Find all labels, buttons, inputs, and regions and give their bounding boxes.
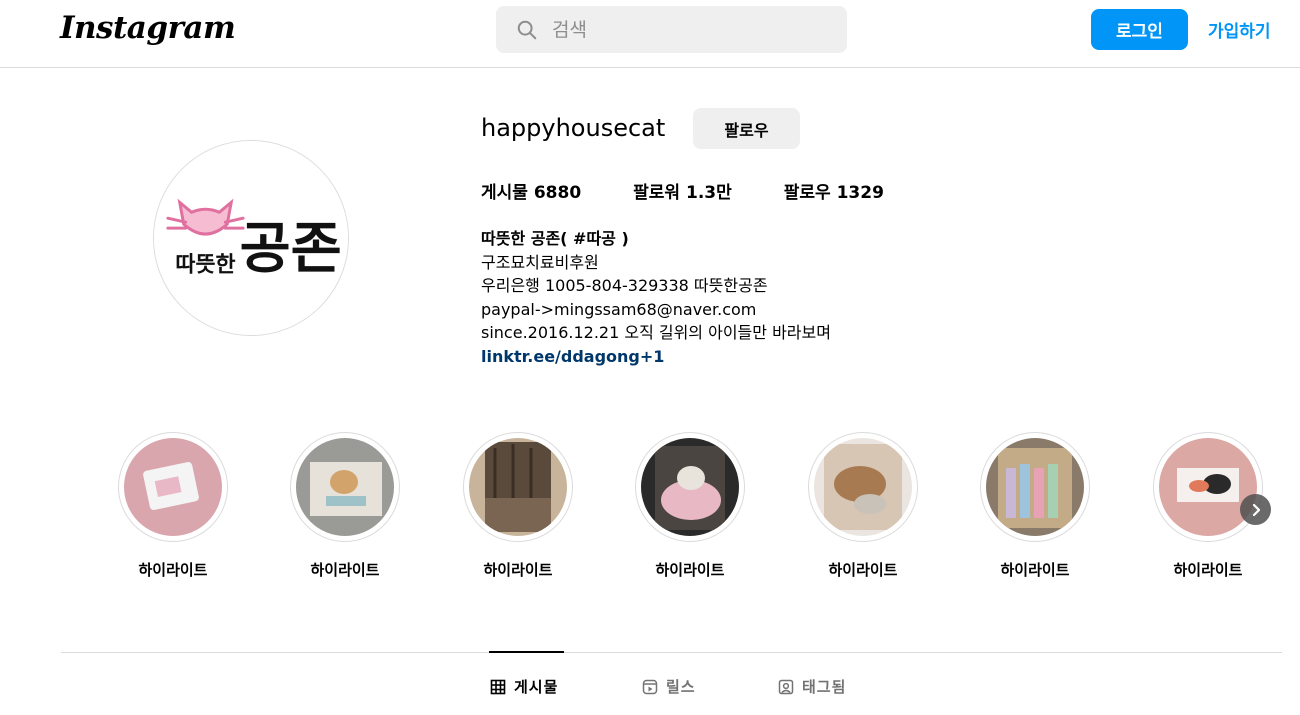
highlight-ring [463,432,573,542]
search-input[interactable] [552,18,832,41]
tab-reels[interactable]: 릴스 [642,676,696,697]
highlight-thumbnail [124,438,222,536]
highlight-thumbnail [296,438,394,536]
tab-tagged[interactable]: 태그됨 [778,676,846,697]
chevron-right-icon [1252,503,1260,516]
signup-link[interactable]: 가입하기 [1208,17,1271,42]
highlight-thumbnail [986,438,1084,536]
highlight-ring [290,432,400,542]
highlight-item[interactable]: 하이라이트 [980,432,1090,580]
bio-name: 따뜻한 공존( #따공 ) [481,229,629,248]
login-button[interactable]: 로그인 [1091,9,1188,50]
active-tab-indicator [489,651,564,653]
top-navbar: Instagram 로그인 가입하기 [0,0,1300,68]
highlight-ring [635,432,745,542]
highlight-ring [980,432,1090,542]
highlight-ring [118,432,228,542]
bio-line: paypal->mingssam68@naver.com [481,299,757,319]
tab-posts[interactable]: 게시물 [490,676,558,697]
reels-icon [642,679,658,694]
followers-count[interactable]: 팔로워 1.3만 [633,178,732,203]
highlights-next-button[interactable] [1240,494,1271,525]
follow-button[interactable]: 팔로우 [693,108,800,149]
story-highlights: 하이라이트 하이라이트 하이라이트 하이라이트 하이라이트 하이라이트 하이라이… [118,432,1278,592]
highlight-thumbnail [641,438,739,536]
highlight-thumbnail [469,438,567,536]
highlight-item[interactable]: 하이라이트 [118,432,228,580]
tagged-icon [778,679,794,694]
tab-label: 태그됨 [802,678,847,696]
highlight-label: 하이라이트 [655,561,725,579]
highlight-label: 하이라이트 [1000,561,1070,579]
highlight-item[interactable]: 하이라이트 [290,432,400,580]
profile-stats: 게시물 6880 팔로워 1.3만 팔로우 1329 [481,178,936,203]
grid-icon [490,679,506,694]
tab-label: 릴스 [666,678,696,696]
profile-username: happyhousecat [481,114,666,142]
profile-bio: 따뜻한 공존( #따공 ) 구조묘치료비후원 우리은행 1005-804-329… [481,227,831,368]
highlight-label: 하이라이트 [138,561,208,579]
highlight-item[interactable]: 하이라이트 [635,432,745,580]
avatar-logo-image: 공존 따뜻한 [154,141,348,335]
tabs-divider [61,652,1282,653]
posts-count: 게시물 6880 [481,183,582,203]
bio-line: 우리은행 1005-804-329338 따뜻한공존 [481,276,768,295]
highlight-item[interactable]: 하이라이트 [463,432,573,580]
highlight-item[interactable]: 하이라이트 [808,432,918,580]
search-icon [517,20,537,39]
bio-line: since.2016.12.21 오직 길위의 아이들만 바라보며 [481,323,831,342]
highlight-ring [808,432,918,542]
highlight-thumbnail [1159,438,1257,536]
highlight-label: 하이라이트 [1173,561,1243,579]
highlight-label: 하이라이트 [483,561,553,579]
highlight-thumbnail [814,438,912,536]
avatar-sub-text: 따뜻한 [175,253,235,278]
following-count[interactable]: 팔로우 1329 [784,178,884,203]
highlight-ring [1153,432,1263,542]
tab-label: 게시물 [514,678,559,696]
search-box[interactable] [496,6,847,53]
instagram-logo[interactable]: Instagram [60,10,236,46]
bio-link[interactable]: linktr.ee/ddagong+1 [481,345,831,369]
profile-avatar[interactable]: 공존 따뜻한 [153,140,349,336]
highlight-label: 하이라이트 [310,561,380,579]
highlight-label: 하이라이트 [828,561,898,579]
bio-line: 구조묘치료비후원 [481,252,599,272]
avatar-main-text: 공존 [240,217,342,282]
